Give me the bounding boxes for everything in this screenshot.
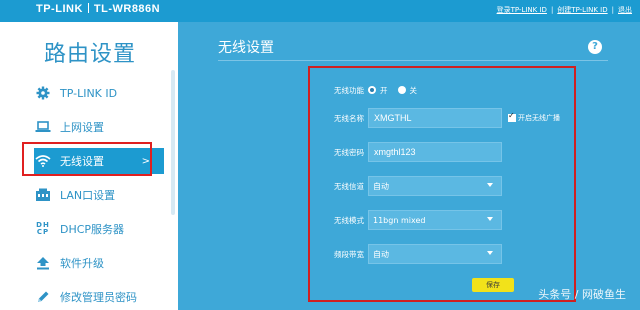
main-panel: 无线设置 ? 无线功能 开 关 无线名称 XMGTHL 开启无线广播 无线密码 … bbox=[178, 22, 640, 310]
account-links: 登录TP-LINK ID | 创建TP-LINK ID | 退出 bbox=[496, 6, 632, 14]
ssid-input[interactable]: XMGTHL bbox=[368, 108, 502, 128]
password-label: 无线密码 bbox=[334, 147, 364, 157]
wireless-function-label: 无线功能 bbox=[334, 85, 364, 95]
title-divider bbox=[218, 60, 608, 61]
top-bar: TP-LINK TL-WR886N 登录TP-LINK ID | 创建TP-LINK … bbox=[0, 0, 640, 22]
sidebar-scrollbar[interactable] bbox=[171, 70, 175, 215]
bandwidth-row: 频段带宽 自动 bbox=[310, 244, 578, 264]
sidebar-item-label: 软件升级 bbox=[60, 257, 104, 270]
sidebar-item-label: LAN口设置 bbox=[60, 189, 116, 202]
sidebar-item-tplink-id[interactable]: TP-LINK ID bbox=[34, 80, 164, 106]
sidebar-item-label: 上网设置 bbox=[60, 121, 104, 134]
laptop-icon bbox=[34, 119, 52, 135]
ssid-row: 无线名称 XMGTHL 开启无线广播 bbox=[310, 108, 578, 128]
ssid-label: 无线名称 bbox=[334, 113, 364, 123]
upload-icon bbox=[34, 255, 52, 271]
broadcast-checkbox[interactable] bbox=[508, 111, 516, 122]
page-title: 无线设置 bbox=[218, 40, 274, 56]
bandwidth-label: 频段带宽 bbox=[334, 249, 364, 259]
dropdown-caret-icon bbox=[487, 251, 493, 255]
channel-select[interactable]: 自动 bbox=[368, 176, 502, 196]
sidebar-item-label: TP-LINK ID bbox=[60, 86, 118, 100]
password-row: 无线密码 xmgthl123 bbox=[310, 142, 578, 162]
wireless-on-label: 开 bbox=[380, 85, 388, 95]
password-input[interactable]: xmgthl123 bbox=[368, 142, 502, 162]
watermark: 头条号 / 网破鱼生 bbox=[538, 288, 626, 301]
pencil-icon bbox=[34, 289, 52, 305]
bandwidth-value: 自动 bbox=[373, 249, 389, 259]
gear-icon bbox=[34, 85, 52, 101]
sidebar-item-internet[interactable]: 上网设置 bbox=[34, 114, 164, 140]
sidebar-item-label: 修改管理员密码 bbox=[60, 291, 137, 304]
wireless-settings-form: 无线功能 开 关 无线名称 XMGTHL 开启无线广播 无线密码 xmgthl1… bbox=[308, 66, 576, 302]
wireless-on-radio[interactable] bbox=[368, 86, 376, 94]
brand-name: TP-LINK bbox=[36, 3, 83, 15]
sidebar-item-upgrade[interactable]: 软件升级 bbox=[34, 250, 164, 276]
broadcast-label: 开启无线广播 bbox=[518, 114, 560, 122]
annotation-highlight-wireless bbox=[22, 142, 152, 176]
sidebar-title: 路由设置 bbox=[44, 42, 137, 67]
dropdown-caret-icon bbox=[487, 217, 493, 221]
wireless-function-row: 无线功能 开 关 bbox=[310, 80, 578, 100]
login-link[interactable]: 登录TP-LINK ID bbox=[497, 6, 547, 14]
help-icon[interactable]: ? bbox=[588, 40, 602, 54]
mode-row: 无线模式 11bgn mixed bbox=[310, 210, 578, 230]
sidebar-item-dhcp[interactable]: DH CP DHCP服务器 bbox=[34, 216, 164, 242]
channel-value: 自动 bbox=[373, 181, 389, 191]
wireless-off-label: 关 bbox=[409, 85, 418, 95]
mode-label: 无线模式 bbox=[334, 215, 364, 225]
brand-logo: TP-LINK TL-WR886N bbox=[36, 3, 160, 15]
mode-value: 11bgn mixed bbox=[373, 215, 426, 225]
model-name: TL-WR886N bbox=[93, 3, 161, 15]
sidebar-item-label: DHCP服务器 bbox=[60, 223, 125, 236]
bandwidth-select[interactable]: 自动 bbox=[368, 244, 502, 264]
dhcp-icon: DH CP bbox=[36, 221, 50, 236]
sidebar-item-admin-password[interactable]: 修改管理员密码 bbox=[34, 284, 164, 310]
dropdown-caret-icon bbox=[487, 183, 493, 187]
logout-link[interactable]: 退出 bbox=[618, 6, 632, 14]
channel-label: 无线信道 bbox=[334, 181, 364, 191]
create-account-link[interactable]: 创建TP-LINK ID bbox=[557, 6, 607, 14]
wireless-off-radio[interactable] bbox=[397, 86, 406, 94]
mode-select[interactable]: 11bgn mixed bbox=[368, 210, 502, 230]
channel-row: 无线信道 自动 bbox=[310, 176, 578, 196]
save-button[interactable]: 保存 bbox=[472, 278, 514, 292]
sidebar-item-lan[interactable]: LAN口设置 bbox=[34, 182, 164, 208]
router-icon bbox=[34, 187, 52, 203]
